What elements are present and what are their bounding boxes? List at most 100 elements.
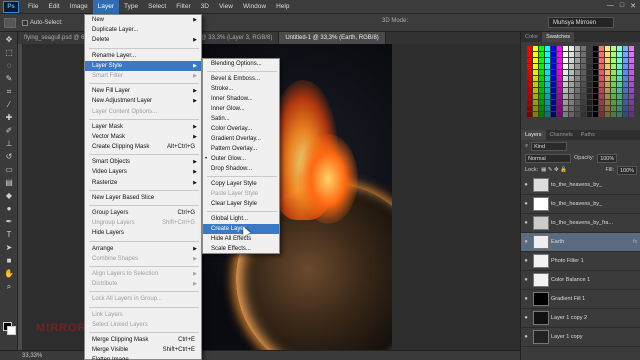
color-swatch[interactable] [575, 112, 580, 117]
layer-row[interactable]: ● to_the_heavens_by_fra... [521, 214, 640, 233]
menu-item-drop-shadow[interactable]: Drop Shadow... [203, 164, 279, 174]
layer-row[interactable]: ● to_the_heavens_by_ [521, 195, 640, 214]
color-swatch[interactable] [545, 106, 550, 111]
color-swatch[interactable] [527, 82, 532, 87]
kind-filter-select[interactable]: Kind [531, 141, 568, 151]
menu-type[interactable]: Type [119, 0, 143, 14]
color-swatch[interactable] [593, 46, 598, 51]
color-swatch[interactable] [557, 76, 562, 81]
color-swatch[interactable] [557, 100, 562, 105]
color-swatch[interactable] [629, 88, 634, 93]
color-swatch[interactable] [599, 106, 604, 111]
visibility-eye-icon[interactable]: ● [521, 239, 531, 245]
history-brush-icon[interactable]: ↺ [2, 151, 16, 162]
color-swatch[interactable] [581, 58, 586, 63]
tab-layers[interactable]: Layers [521, 130, 546, 140]
color-swatch[interactable] [617, 82, 622, 87]
marquee-tool-icon[interactable]: ⬚ [2, 47, 16, 58]
color-swatch[interactable] [623, 58, 628, 63]
color-swatch[interactable] [599, 52, 604, 57]
color-swatch[interactable] [569, 70, 574, 75]
color-swatch[interactable] [575, 46, 580, 51]
color-swatch[interactable] [617, 46, 622, 51]
visibility-eye-icon[interactable]: ● [521, 258, 531, 264]
menu-item-stroke[interactable]: Stroke... [203, 84, 279, 94]
color-swatch[interactable] [611, 112, 616, 117]
tab-swatches[interactable]: Swatches [542, 32, 575, 42]
color-swatch[interactable] [533, 88, 538, 93]
color-swatch[interactable] [527, 64, 532, 69]
shape-tool-icon[interactable]: ■ [2, 255, 16, 266]
color-swatch[interactable] [545, 52, 550, 57]
color-swatch[interactable] [533, 112, 538, 117]
color-swatch[interactable] [563, 70, 568, 75]
color-swatch[interactable] [545, 46, 550, 51]
menu-item-hide-all-effects[interactable]: Hide All Effects [203, 234, 279, 244]
color-swatch[interactable] [599, 58, 604, 63]
color-swatch[interactable] [551, 58, 556, 63]
color-swatch[interactable] [551, 52, 556, 57]
color-swatch[interactable] [605, 58, 610, 63]
color-swatch[interactable] [545, 70, 550, 75]
color-swatch[interactable] [569, 64, 574, 69]
zoom-level[interactable]: 33,33% [22, 353, 42, 359]
color-swatch[interactable] [527, 76, 532, 81]
color-swatch[interactable] [533, 70, 538, 75]
color-swatch[interactable] [557, 58, 562, 63]
color-swatch[interactable] [563, 46, 568, 51]
path-select-icon[interactable]: ➤ [2, 242, 16, 253]
quick-select-tool-icon[interactable]: ✎ [2, 73, 16, 84]
color-swatch[interactable] [599, 112, 604, 117]
color-swatch[interactable] [575, 52, 580, 57]
menu-item-flatten-image[interactable]: Flatten Image [85, 355, 201, 360]
color-swatch[interactable] [605, 46, 610, 51]
color-swatch[interactable] [533, 82, 538, 87]
color-swatch[interactable] [605, 70, 610, 75]
color-swatch[interactable] [587, 82, 592, 87]
color-swatch[interactable] [563, 94, 568, 99]
color-swatch[interactable] [557, 64, 562, 69]
color-swatch[interactable] [623, 46, 628, 51]
color-swatch[interactable] [569, 94, 574, 99]
color-swatch[interactable] [533, 76, 538, 81]
color-swatch[interactable] [527, 94, 532, 99]
color-swatch[interactable] [551, 94, 556, 99]
dodge-tool-icon[interactable]: ● [2, 203, 16, 214]
menu-item-gradient-overlay[interactable]: Gradient Overlay... [203, 134, 279, 144]
visibility-eye-icon[interactable]: ● [521, 201, 531, 207]
color-swatch[interactable] [587, 94, 592, 99]
healing-tool-icon[interactable]: ✚ [2, 112, 16, 123]
color-swatch[interactable] [617, 76, 622, 81]
tab-paths[interactable]: Paths [577, 130, 599, 140]
color-swatch[interactable] [599, 82, 604, 87]
color-swatch[interactable] [599, 64, 604, 69]
color-swatch[interactable] [569, 76, 574, 81]
color-swatch[interactable] [557, 70, 562, 75]
color-swatch[interactable] [611, 76, 616, 81]
menu-help[interactable]: Help [271, 0, 294, 14]
menu-item-bevel-emboss[interactable]: Bevel & Emboss... [203, 74, 279, 84]
visibility-eye-icon[interactable]: ● [521, 315, 531, 321]
color-swatch[interactable] [587, 112, 592, 117]
menu-item-pattern-overlay[interactable]: Pattern Overlay... [203, 144, 279, 154]
menu-item-blending-options[interactable]: Blending Options... [203, 59, 279, 69]
minimize-icon[interactable]: — [607, 2, 614, 10]
layer-row[interactable]: ● Photo Filter 1 [521, 252, 640, 271]
color-swatch[interactable] [563, 100, 568, 105]
color-swatch[interactable] [617, 58, 622, 63]
color-swatch[interactable] [605, 52, 610, 57]
color-swatch[interactable] [575, 76, 580, 81]
color-swatch[interactable] [569, 82, 574, 87]
eyedropper-tool-icon[interactable]: ⁄ [2, 99, 16, 110]
color-swatch[interactable] [593, 94, 598, 99]
color-swatch[interactable] [593, 76, 598, 81]
color-swatch[interactable] [545, 76, 550, 81]
color-swatch[interactable] [539, 52, 544, 57]
color-swatch[interactable] [545, 112, 550, 117]
color-swatch[interactable] [569, 106, 574, 111]
color-swatch[interactable] [551, 70, 556, 75]
color-swatch[interactable] [581, 70, 586, 75]
color-swatch[interactable] [533, 100, 538, 105]
color-swatch[interactable] [575, 64, 580, 69]
type-tool-icon[interactable]: T [2, 229, 16, 240]
